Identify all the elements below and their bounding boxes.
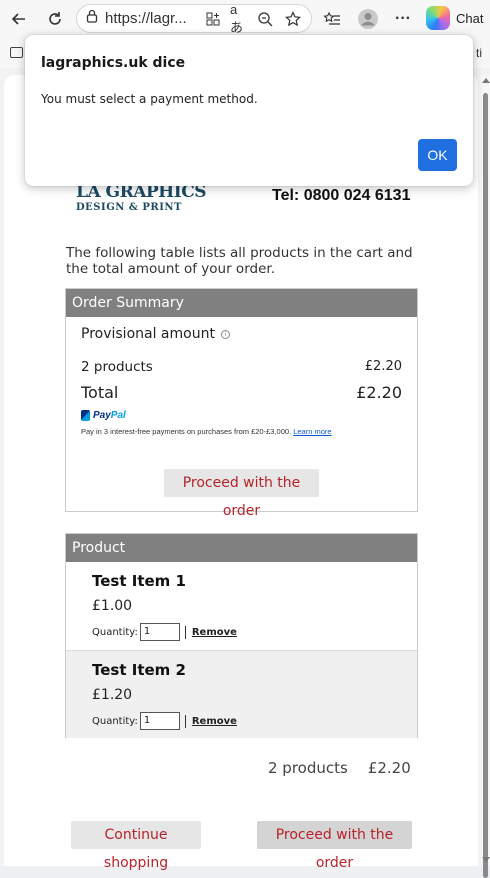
remove-link[interactable]: Remove (192, 716, 237, 727)
apps-icon[interactable] (204, 10, 222, 28)
copilot-icon (426, 6, 450, 30)
scroll-up-arrow-icon (482, 78, 490, 83)
product-name[interactable]: Test Item 1 (92, 572, 186, 590)
quantity-label: Quantity: (92, 715, 138, 727)
products-subtotal-row: 2 products £2.20 (81, 359, 402, 375)
products-subtotal: £2.20 (364, 359, 402, 374)
scroll-down-arrow-icon (482, 857, 490, 862)
url-text[interactable]: https://lagr... (105, 10, 187, 27)
paypal-pay-in-3-message: Pay in 3 interest-free payments on purch… (81, 427, 332, 436)
browser-toolbar: https://lagr... aあ ··· Chat (0, 0, 490, 38)
paypal-learn-more-link[interactable]: Learn more (293, 427, 331, 436)
lock-icon[interactable] (85, 9, 99, 28)
address-bar[interactable]: https://lagr... aあ (76, 2, 312, 35)
chat-label: Chat (456, 10, 484, 26)
translate-icon[interactable]: aあ (230, 2, 248, 35)
total-value: £2.20 (356, 383, 402, 402)
total-row: Total £2.20 (81, 383, 402, 402)
back-arrow-icon[interactable] (6, 6, 32, 32)
cart-footer-summary: 2 products £2.20 (268, 759, 411, 777)
cart-intro-text: The following table lists all products i… (66, 245, 413, 277)
dialog-title: lagraphics.uk dice (41, 55, 186, 71)
dialog-message: You must select a payment method. (41, 92, 258, 106)
refresh-icon[interactable] (42, 6, 68, 32)
footer-total: £2.20 (367, 759, 411, 777)
profile-avatar-icon[interactable] (355, 6, 381, 32)
proceed-order-button[interactable]: Proceed with the order (164, 469, 319, 519)
paypal-icon (81, 410, 90, 421)
web-page: LA GRAPHICS DESIGN & PRINT Tel: 0800 024… (4, 75, 478, 871)
favorites-bar-overflow[interactable]: ti (476, 46, 482, 60)
product-price: £1.00 (92, 598, 133, 614)
product-list-panel: Product Test Item 1 £1.00 Quantity: 1 Re… (65, 533, 418, 738)
footer-product-count: 2 products (268, 759, 348, 777)
provisional-amount: Provisional amount i (81, 326, 230, 342)
proceed-order-button-bottom[interactable]: Proceed with the order (257, 821, 412, 871)
product-list-header: Product (66, 534, 417, 562)
telephone-number: Tel: 0800 024 6131 (272, 187, 411, 204)
paypal-logo: Pay Pal (81, 410, 126, 421)
continue-shopping-button[interactable]: Continue shopping (71, 821, 201, 871)
info-icon[interactable]: i (220, 329, 230, 339)
order-summary-panel: Order Summary Provisional amount i 2 prod… (65, 288, 418, 519)
quantity-input[interactable]: 1 (139, 712, 180, 730)
page-scrollbar[interactable] (481, 75, 490, 878)
quantity-input[interactable]: 1 (139, 623, 180, 641)
product-row: Test Item 1 £1.00 Quantity: 1 Remove (66, 562, 417, 650)
product-row: Test Item 2 £1.20 Quantity: 1 Remove (66, 650, 417, 738)
scrollbar-thumb (483, 93, 488, 878)
favorites-bar-icon[interactable] (10, 47, 23, 58)
total-label: Total (81, 383, 119, 402)
products-count: 2 products (81, 359, 153, 375)
product-price: £1.20 (92, 687, 133, 703)
remove-link[interactable]: Remove (192, 627, 237, 638)
product-name[interactable]: Test Item 2 (92, 661, 186, 679)
order-summary-header: Order Summary (66, 289, 417, 317)
site-logo[interactable]: LA GRAPHICS DESIGN & PRINT (76, 184, 207, 215)
zoom-icon[interactable] (256, 10, 274, 28)
favorites-list-icon[interactable] (319, 6, 345, 32)
quantity-label: Quantity: (92, 626, 138, 638)
favorite-star-icon[interactable] (284, 10, 302, 28)
quantity-control: Quantity: 1 Remove (92, 623, 237, 641)
quantity-control: Quantity: 1 Remove (92, 712, 237, 730)
copilot-chat-button[interactable]: Chat (426, 4, 490, 32)
ok-button[interactable]: OK (418, 139, 457, 171)
more-menu-icon[interactable]: ··· (390, 6, 416, 32)
alert-dialog: lagraphics.uk dice You must select a pay… (25, 35, 473, 186)
